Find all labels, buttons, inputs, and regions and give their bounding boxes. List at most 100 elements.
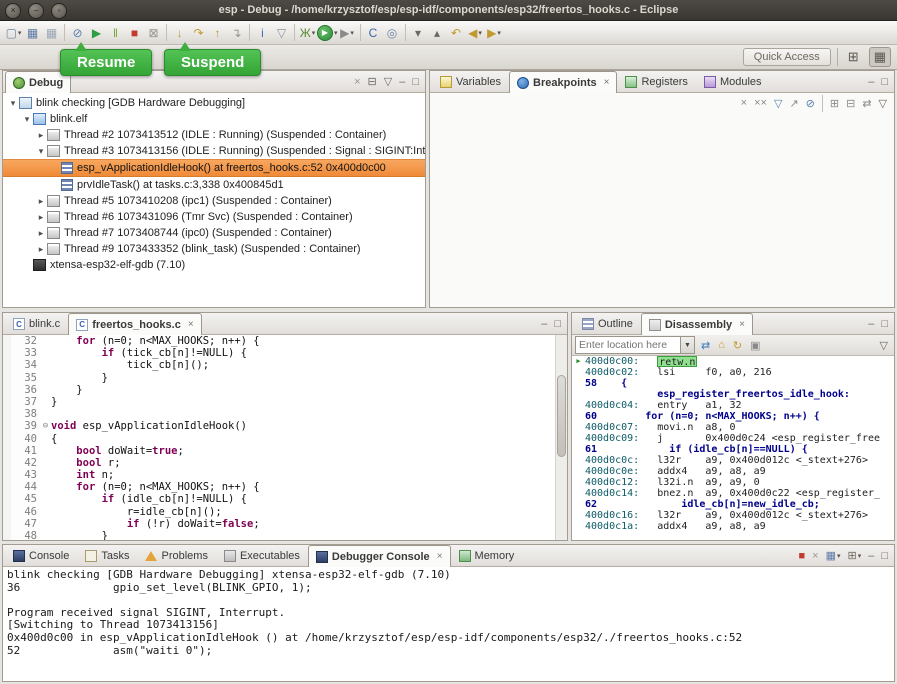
- debug-tree-item[interactable]: ▾blink.elf: [3, 111, 425, 127]
- maximize-button[interactable]: □: [878, 76, 891, 88]
- minimize-button[interactable]: –: [396, 76, 408, 88]
- code-editor[interactable]: 32 for (n=0; n<MAX_HOOKS; n++) {33 if (t…: [3, 335, 567, 540]
- code-text[interactable]: r=idle_cb[n]();: [51, 506, 567, 518]
- tree-expand-icon[interactable]: ▾: [7, 98, 19, 109]
- debug-tree-item[interactable]: ▸Thread #9 1073433352 (blink_task) (Susp…: [3, 241, 425, 257]
- maximize-button[interactable]: □: [878, 550, 891, 562]
- code-text[interactable]: if (idle_cb[n]!=NULL) {: [51, 493, 567, 505]
- console-output[interactable]: blink checking [GDB Hardware Debugging] …: [3, 567, 894, 681]
- tab-tasks[interactable]: Tasks: [77, 545, 137, 566]
- disassembly-line[interactable]: 400d0c07: movi.n a8, 0: [572, 422, 894, 433]
- code-text[interactable]: int n;: [51, 469, 567, 481]
- tab-blink-c[interactable]: blink.c: [5, 313, 68, 334]
- step-return-button[interactable]: ↑: [208, 23, 227, 43]
- search-button[interactable]: ◎: [383, 23, 402, 43]
- code-text[interactable]: tick_cb[n]();: [51, 359, 567, 371]
- close-tab-icon[interactable]: ×: [437, 551, 443, 562]
- tab-registers[interactable]: Registers: [617, 71, 695, 92]
- disassembly-line[interactable]: 400d0c0e: addx4 a9, a8, a9: [572, 466, 894, 477]
- debug-button[interactable]: Ж▾: [298, 23, 317, 43]
- view-menu-button[interactable]: ▽: [876, 97, 890, 110]
- debug-tree-item[interactable]: ▾Thread #3 1073413156 (IDLE : Running) (…: [3, 143, 425, 159]
- disassembly-line[interactable]: 400d0c0c: l32r a9, 0x400d012c <_stext+27…: [572, 455, 894, 466]
- view-menu-button[interactable]: ▽: [877, 339, 891, 352]
- disassembly-line[interactable]: 400d0c1a: addx4 a9, a8, a9: [572, 521, 894, 532]
- next-annotation-button[interactable]: ▾: [409, 23, 428, 43]
- disassembly-line[interactable]: 400d0c04: entry a1, 32: [572, 400, 894, 411]
- code-text[interactable]: if (!r) doWait=false;: [51, 518, 567, 530]
- view-menu-button[interactable]: ▽: [381, 75, 395, 88]
- disassembly-line[interactable]: 62 idle_cb[n]=new_idle_cb;: [572, 499, 894, 510]
- tab-modules[interactable]: Modules: [696, 71, 770, 92]
- location-dropdown-icon[interactable]: ▼: [680, 337, 694, 353]
- sync-with-active-debug-context-button[interactable]: ⇄: [698, 339, 713, 352]
- editor-scrollbar[interactable]: [555, 335, 567, 540]
- new-wizard-button[interactable]: ▢▾: [4, 23, 23, 43]
- open-perspective-icon[interactable]: ⊞: [844, 48, 863, 66]
- collapse-all-button[interactable]: ⊟: [843, 97, 858, 110]
- step-into-button[interactable]: ↓: [170, 23, 189, 43]
- remove-all-breakpoints-button[interactable]: ××: [751, 97, 770, 109]
- minimize-button[interactable]: –: [28, 3, 44, 19]
- selected-stack-frame[interactable]: esp_vApplicationIdleHook() at freertos_h…: [3, 159, 425, 177]
- open-console-button[interactable]: ⊞▾: [844, 549, 864, 562]
- home-button[interactable]: ⌂: [715, 339, 728, 351]
- resume-button[interactable]: ▶: [87, 23, 106, 43]
- disassembly-line[interactable]: 400d0c14: bnez.n a9, 0x400d0c22 <esp_reg…: [572, 488, 894, 499]
- code-text[interactable]: bool doWait=true;: [51, 445, 567, 457]
- tab-executables[interactable]: Executables: [216, 545, 308, 566]
- code-text[interactable]: for (n=0; n<MAX_HOOKS; n++) {: [51, 481, 567, 493]
- tab-breakpoints[interactable]: Breakpoints×: [509, 71, 617, 93]
- minimize-button[interactable]: –: [865, 318, 877, 330]
- code-text[interactable]: }: [51, 396, 567, 408]
- back-button[interactable]: ◀▾: [466, 23, 485, 43]
- disconnect-button[interactable]: ⊠: [144, 23, 163, 43]
- maximize-button[interactable]: □: [878, 318, 891, 330]
- maximize-button[interactable]: □: [409, 76, 422, 88]
- tree-expand-icon[interactable]: ▸: [35, 130, 47, 141]
- save-all-button[interactable]: ▦: [42, 23, 61, 43]
- fold-marker-icon[interactable]: ⊖: [40, 420, 51, 432]
- tree-expand-icon[interactable]: ▾: [21, 114, 33, 125]
- run-button[interactable]: ▶▾: [317, 23, 338, 43]
- tree-expand-icon[interactable]: ▸: [35, 228, 47, 239]
- code-text[interactable]: }: [51, 372, 567, 384]
- code-text[interactable]: [51, 408, 567, 420]
- debug-tree-item[interactable]: ▸Thread #6 1073431096 (Tmr Svc) (Suspend…: [3, 209, 425, 225]
- suspend-button[interactable]: ‖: [106, 23, 125, 43]
- step-over-button[interactable]: ↷: [189, 23, 208, 43]
- link-with-debug-view-button[interactable]: ⇄: [859, 97, 874, 110]
- code-text[interactable]: for (n=0; n<MAX_HOOKS; n++) {: [51, 335, 567, 347]
- remove-selected-breakpoints-button[interactable]: ×: [738, 97, 750, 109]
- location-input[interactable]: [576, 337, 680, 353]
- minimize-button[interactable]: –: [865, 76, 877, 88]
- debug-perspective-button[interactable]: ▦: [869, 47, 891, 67]
- remove-launch-button[interactable]: ×: [809, 550, 821, 562]
- instruction-stepping-button[interactable]: i: [253, 23, 272, 43]
- maximize-button[interactable]: ▫: [51, 3, 67, 19]
- new-c-project-button[interactable]: C: [364, 23, 383, 43]
- tab-freertos-hooks-c[interactable]: freertos_hooks.c×: [68, 313, 202, 335]
- collapse-all-button[interactable]: ⊟: [365, 75, 380, 88]
- last-edit-location-button[interactable]: ↶: [447, 23, 466, 43]
- code-text[interactable]: }: [51, 384, 567, 396]
- disassembly-line[interactable]: 60 for (n=0; n<MAX_HOOKS; n++) {: [572, 411, 894, 422]
- code-text[interactable]: }: [51, 530, 567, 540]
- debug-tree-item[interactable]: xtensa-esp32-elf-gdb (7.10): [3, 257, 425, 273]
- close-tab-icon[interactable]: ×: [739, 319, 745, 330]
- tree-expand-icon[interactable]: ▾: [35, 146, 47, 157]
- disassembly-line[interactable]: 400d0c02: lsi f0, a0, 216: [572, 367, 894, 378]
- tab-memory[interactable]: Memory: [451, 545, 523, 566]
- disassembly-line[interactable]: 400d0c12: l32i.n a9, a9, 0: [572, 477, 894, 488]
- code-text[interactable]: void esp_vApplicationIdleHook(): [51, 420, 567, 432]
- debug-tree-item[interactable]: ▸Thread #7 1073408744 (ipc0) (Suspended …: [3, 225, 425, 241]
- disassembly-line[interactable]: ▶400d0c00: retw.n: [572, 356, 894, 367]
- tree-expand-icon[interactable]: ▸: [35, 212, 47, 223]
- disassembly-line[interactable]: 400d0c09: j 0x400d0c24 <esp_register_fre…: [572, 433, 894, 444]
- close-tab-icon[interactable]: ×: [604, 77, 610, 88]
- disassembly-line[interactable]: 400d0c16: l32r a9, 0x400d012c <_stext+27…: [572, 510, 894, 521]
- tab-debugger-console[interactable]: Debugger Console×: [308, 545, 451, 567]
- code-text[interactable]: {: [51, 433, 567, 445]
- show-source-button[interactable]: ▣: [747, 339, 763, 352]
- code-text[interactable]: bool r;: [51, 457, 567, 469]
